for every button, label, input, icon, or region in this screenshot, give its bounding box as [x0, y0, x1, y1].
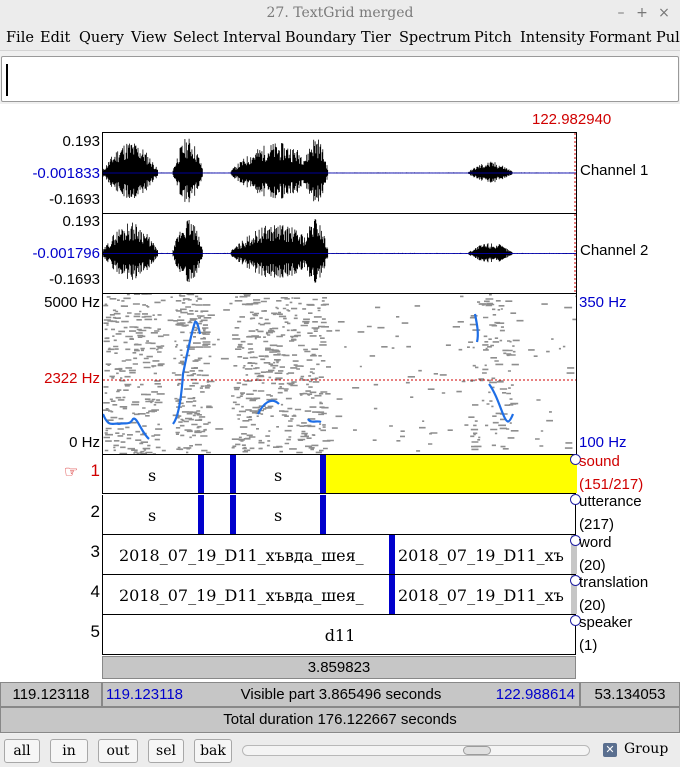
ch1-max-label: 0.193 — [62, 133, 100, 150]
spec-bottom-label: 0 Hz — [69, 434, 100, 451]
menu-formant[interactable]: Formant — [589, 30, 652, 46]
menu-file[interactable]: File — [6, 30, 34, 46]
interval-text-input[interactable] — [1, 56, 679, 102]
tier4-name: translation — [579, 574, 649, 591]
menu-bar: File Edit Query View Select Interval Bou… — [0, 27, 680, 51]
waveform-trace — [103, 138, 576, 203]
tier4-label-a[interactable]: 2018_07_19_D11_хъвда_шея_ — [119, 586, 364, 605]
pitch-top-label: 350 Hz — [579, 294, 627, 311]
group-label: Group — [624, 741, 669, 757]
tier2-boundary[interactable] — [320, 495, 326, 534]
tier4-label-b[interactable]: 2018_07_19_D11_хъ — [398, 586, 564, 605]
tier2-name: utterance — [579, 493, 642, 510]
menu-interval[interactable]: Interval — [223, 30, 281, 46]
channel1-waveform[interactable] — [102, 132, 577, 214]
minimize-icon[interactable]: – — [611, 3, 631, 23]
tier-word[interactable]: 2018_07_19_D11_хъвда_шея_ 2018_07_19_D11… — [102, 535, 577, 575]
tier1-boundary[interactable] — [198, 455, 204, 493]
tier2-label-b[interactable]: s — [274, 506, 282, 525]
tier5-count: (1) — [579, 637, 598, 654]
ch1-mid-label: -0.001833 — [32, 165, 100, 182]
tier1-label-b[interactable]: s — [274, 466, 282, 485]
tier3-number: 3 — [90, 542, 100, 561]
waveform-trace — [103, 219, 576, 283]
menu-pitch[interactable]: Pitch — [474, 30, 512, 46]
tier3-boundary[interactable] — [389, 535, 395, 574]
menu-spectrum[interactable]: Spectrum — [399, 30, 471, 46]
zoom-sel-button[interactable]: sel — [148, 739, 184, 763]
tier5-name: speaker — [579, 614, 633, 631]
zoom-in-button[interactable]: in — [50, 739, 88, 763]
close-icon[interactable]: × — [654, 3, 674, 23]
zoom-all-button[interactable]: all — [4, 739, 40, 763]
ch1-min-label: -0.1693 — [49, 191, 100, 208]
tier1-name: sound — [579, 453, 620, 470]
spec-marker-label: 2322 Hz — [44, 370, 100, 387]
tier-sound[interactable]: s s — [102, 454, 577, 494]
tier1-number: 1 — [90, 461, 100, 480]
tier3-name: word — [579, 534, 612, 551]
tier1-label-a[interactable]: s — [148, 466, 156, 485]
spectrogram[interactable] — [102, 293, 577, 455]
spectrogram-svg — [103, 294, 576, 454]
ch2-mid-label: -0.001796 — [32, 245, 100, 262]
tier3-label-a[interactable]: 2018_07_19_D11_хъвда_шея_ — [119, 546, 364, 565]
tier3-label-b[interactable]: 2018_07_19_D11_хъ — [398, 546, 564, 565]
menu-tier[interactable]: Tier — [361, 30, 391, 46]
cursor-time-label: 122.982940 — [532, 111, 612, 128]
visible-part-label: Visible part 3.865496 seconds — [240, 686, 442, 703]
tier-translation[interactable]: 2018_07_19_D11_хъвда_шея_ 2018_07_19_D11… — [102, 575, 577, 615]
spectrogram-texture — [103, 294, 576, 454]
selection-duration-bar[interactable]: 3.859823 — [102, 656, 576, 679]
tier2-boundary[interactable] — [230, 495, 236, 534]
pitch-contour — [473, 313, 479, 343]
time-scrollbar[interactable] — [242, 745, 590, 756]
channel2-wave-svg — [103, 214, 576, 293]
editor-canvas[interactable]: 122.982940 0.193 -0.001833 -0.1693 Chann… — [0, 104, 680, 684]
title-bar: 27. TextGrid merged – + × — [0, 0, 680, 27]
selection-highlight[interactable] — [326, 455, 577, 493]
tier5-number: 5 — [90, 622, 100, 641]
visible-start-time: 119.123118 — [106, 686, 184, 703]
text-caret — [6, 64, 8, 96]
channel2-label: Channel 2 — [580, 242, 649, 259]
menu-view[interactable]: View — [131, 30, 167, 46]
tier-utterance[interactable]: s s — [102, 495, 576, 535]
zoom-out-button[interactable]: out — [98, 739, 138, 763]
visible-part-bar[interactable]: 119.123118 Visible part 3.865496 seconds… — [102, 682, 580, 707]
tier1-boundary[interactable] — [230, 455, 236, 493]
channel2-waveform[interactable] — [102, 213, 577, 294]
spec-top-label: 5000 Hz — [44, 294, 100, 311]
right-out-duration[interactable]: 53.134053 — [580, 682, 680, 707]
menu-select[interactable]: Select — [173, 30, 219, 46]
pitch-bottom-label: 100 Hz — [579, 434, 627, 451]
tier5-label[interactable]: d11 — [103, 626, 577, 645]
tier-speaker[interactable]: d11 — [102, 615, 576, 655]
tier4-boundary[interactable] — [389, 575, 395, 614]
channel1-wave-svg — [103, 133, 576, 213]
ch2-min-label: -0.1693 — [49, 271, 100, 288]
total-duration-bar[interactable]: Total duration 176.122667 seconds — [0, 707, 680, 733]
visible-end-time: 122.988614 — [495, 686, 575, 703]
bottom-toolbar: all in out sel bak ✕ Group — [0, 734, 680, 767]
tier2-boundary[interactable] — [198, 495, 204, 534]
group-checkbox[interactable]: ✕ — [603, 743, 617, 757]
channel1-label: Channel 1 — [580, 162, 649, 179]
maximize-icon[interactable]: + — [632, 3, 652, 23]
scrollbar-thumb[interactable] — [463, 746, 491, 755]
tier2-number: 2 — [90, 502, 100, 521]
menu-edit[interactable]: Edit — [40, 30, 70, 46]
menu-query[interactable]: Query — [79, 30, 124, 46]
menu-boundary[interactable]: Boundary — [285, 30, 356, 46]
tier4-number: 4 — [90, 582, 100, 601]
ch2-max-label: 0.193 — [62, 213, 100, 230]
tier2-label-a[interactable]: s — [148, 506, 156, 525]
left-out-duration[interactable]: 119.123118 — [0, 682, 102, 707]
zoom-back-button[interactable]: bak — [194, 739, 232, 763]
menu-pulses[interactable]: Pulses — [656, 30, 680, 46]
window-title: 27. TextGrid merged — [266, 5, 414, 21]
menu-intensity[interactable]: Intensity — [520, 30, 585, 46]
